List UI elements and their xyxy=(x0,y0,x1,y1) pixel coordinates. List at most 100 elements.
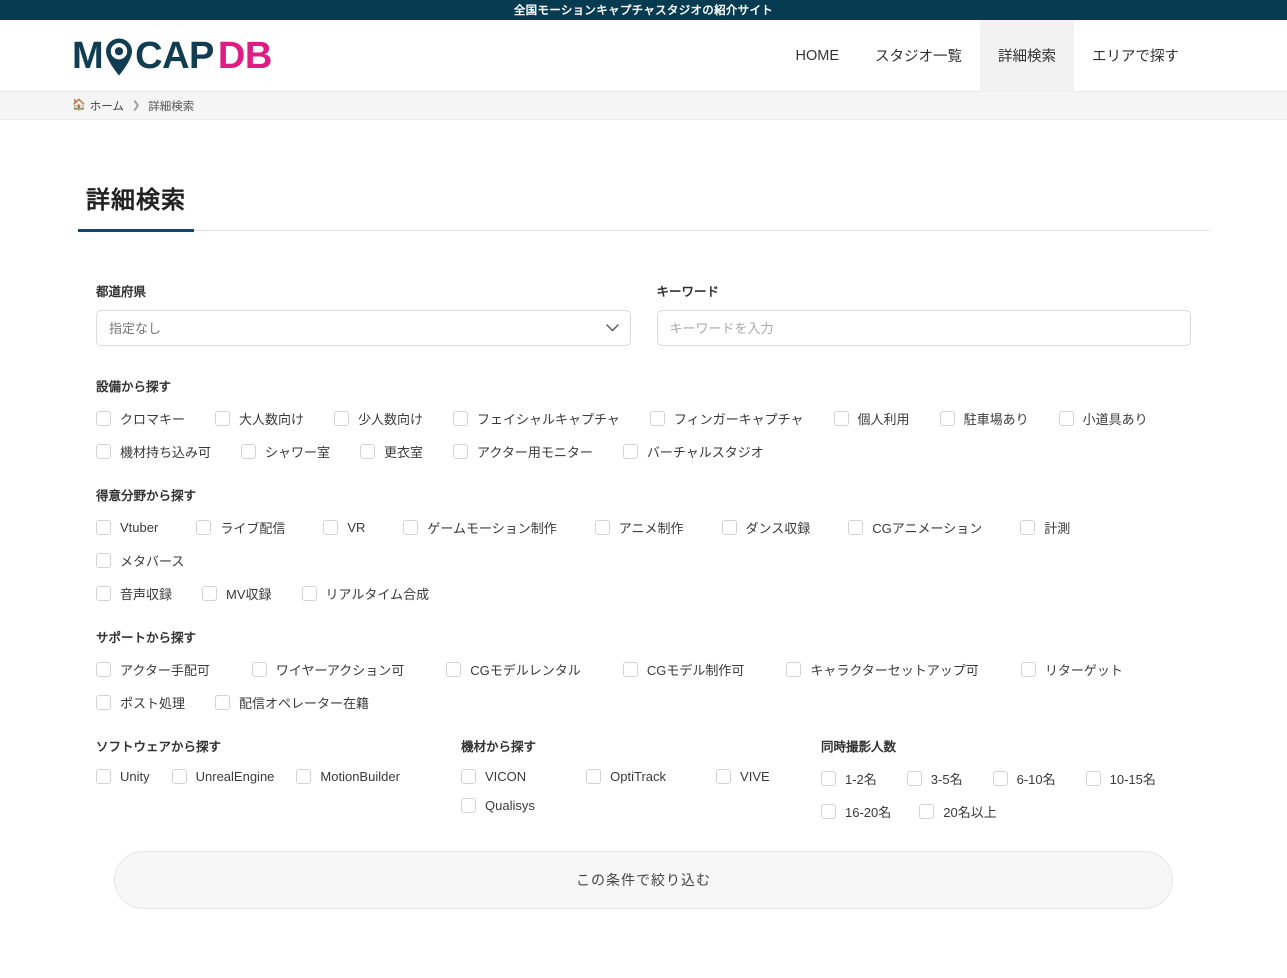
checkbox-small-group[interactable]: 少人数向け xyxy=(334,409,423,428)
checkbox-box[interactable] xyxy=(649,411,665,426)
checkbox-retarget[interactable]: リターゲット xyxy=(1020,660,1123,679)
checkbox-character-setup[interactable]: キャラクターセットアップ可 xyxy=(786,660,979,679)
checkbox-box[interactable] xyxy=(461,798,476,813)
checkbox-box[interactable] xyxy=(453,411,469,426)
checkbox-large-group[interactable]: 大人数向け xyxy=(215,409,304,428)
checkbox-measurement[interactable]: 計測 xyxy=(1020,518,1070,537)
checkbox-box[interactable] xyxy=(96,553,111,568)
nav-item-studio-list[interactable]: スタジオ一覧 xyxy=(857,20,980,92)
checkbox-box[interactable] xyxy=(96,586,111,601)
checkbox-unity[interactable]: Unity xyxy=(96,769,150,784)
checkbox-chromakey[interactable]: クロマキー xyxy=(96,409,185,428)
checkbox-box[interactable] xyxy=(453,444,469,459)
submit-search-button[interactable]: この条件で絞り込む xyxy=(114,851,1173,909)
checkbox-mv-recording[interactable]: MV収録 xyxy=(202,584,272,603)
checkbox-virtual-studio[interactable]: バーチャルスタジオ xyxy=(622,442,764,461)
checkbox-box[interactable] xyxy=(939,411,955,426)
checkbox-box[interactable] xyxy=(96,520,111,535)
checkbox-game-motion[interactable]: ゲームモーション制作 xyxy=(403,518,557,537)
checkbox-box[interactable] xyxy=(96,769,111,784)
checkbox-dance-recording[interactable]: ダンス収録 xyxy=(721,518,810,537)
prefecture-select[interactable]: 指定なし xyxy=(96,310,631,346)
checkbox-streaming-operator[interactable]: 配信オペレーター在籍 xyxy=(215,693,369,712)
checkbox-actor-arrangement[interactable]: アクター手配可 xyxy=(96,660,210,679)
checkbox-box[interactable] xyxy=(919,804,935,819)
checkbox-box[interactable] xyxy=(241,444,257,459)
checkbox-capacity-6-10[interactable]: 6-10名 xyxy=(992,769,1056,788)
checkbox-box[interactable] xyxy=(360,444,376,459)
checkbox-box[interactable] xyxy=(586,769,602,784)
checkbox-actor-monitor[interactable]: アクター用モニター xyxy=(453,442,593,461)
checkbox-vicon[interactable]: VICON xyxy=(461,769,526,784)
checkbox-box[interactable] xyxy=(1020,662,1036,677)
checkbox-cg-animation[interactable]: CGアニメーション xyxy=(848,518,982,537)
checkbox-box[interactable] xyxy=(323,520,339,535)
checkbox-voice-recording[interactable]: 音声収録 xyxy=(96,584,172,603)
checkbox-unrealengine[interactable]: UnrealEngine xyxy=(171,769,274,784)
checkbox-box[interactable] xyxy=(1085,771,1101,786)
checkbox-box[interactable] xyxy=(848,520,864,535)
checkbox-live-streaming[interactable]: ライブ配信 xyxy=(196,518,285,537)
checkbox-vr[interactable]: VR xyxy=(323,520,365,535)
checkbox-qualisys[interactable]: Qualisys xyxy=(461,798,535,813)
checkbox-box[interactable] xyxy=(1020,520,1036,535)
checkbox-parking[interactable]: 駐車場あり xyxy=(939,409,1029,428)
checkbox-box[interactable] xyxy=(721,520,737,535)
checkbox-motionbuilder[interactable]: MotionBuilder xyxy=(296,769,400,784)
checkbox-box[interactable] xyxy=(446,662,462,677)
nav-item-home[interactable]: HOME xyxy=(778,20,858,92)
checkbox-box[interactable] xyxy=(821,771,836,786)
site-logo[interactable]: M CAP DB xyxy=(72,34,272,78)
checkbox-box[interactable] xyxy=(171,769,187,784)
checkbox-box[interactable] xyxy=(786,662,802,677)
checkbox-post-processing[interactable]: ポスト処理 xyxy=(96,693,185,712)
checkbox-props[interactable]: 小道具あり xyxy=(1058,409,1148,428)
checkbox-box[interactable] xyxy=(96,662,111,677)
keyword-input[interactable] xyxy=(656,310,1191,346)
checkbox-finger-capture[interactable]: フィンガーキャプチャ xyxy=(649,409,804,428)
breadcrumb-item-home[interactable]: 🏠 ホーム xyxy=(72,98,124,114)
checkbox-box[interactable] xyxy=(403,520,419,535)
checkbox-box[interactable] xyxy=(833,411,849,426)
checkbox-box[interactable] xyxy=(622,662,638,677)
checkbox-capacity-3-5[interactable]: 3-5名 xyxy=(906,769,963,788)
checkbox-box[interactable] xyxy=(202,586,218,601)
checkbox-box[interactable] xyxy=(96,695,111,710)
checkbox-box[interactable] xyxy=(992,771,1008,786)
checkbox-box[interactable] xyxy=(301,586,317,601)
checkbox-box[interactable] xyxy=(334,411,350,426)
checkbox-box[interactable] xyxy=(215,411,231,426)
checkbox-box[interactable] xyxy=(96,411,111,426)
checkbox-box[interactable] xyxy=(716,769,732,784)
checkbox-vtuber[interactable]: Vtuber xyxy=(96,520,158,535)
checkbox-realtime-compositing[interactable]: リアルタイム合成 xyxy=(301,584,429,603)
checkbox-box[interactable] xyxy=(821,804,836,819)
checkbox-capacity-16-20[interactable]: 16-20名 xyxy=(821,802,891,821)
checkbox-box[interactable] xyxy=(196,520,212,535)
checkbox-box[interactable] xyxy=(1058,411,1074,426)
nav-item-detailed-search[interactable]: 詳細検索 xyxy=(980,19,1074,92)
checkbox-box[interactable] xyxy=(215,695,231,710)
checkbox-metaverse[interactable]: メタバース xyxy=(96,551,184,570)
nav-item-search-by-area[interactable]: エリアで探す xyxy=(1074,20,1197,92)
checkbox-box[interactable] xyxy=(461,769,476,784)
checkbox-box[interactable] xyxy=(251,662,267,677)
checkbox-box[interactable] xyxy=(622,444,638,459)
checkbox-cg-model-production[interactable]: CGモデル制作可 xyxy=(622,660,744,679)
checkbox-capacity-20-plus[interactable]: 20名以上 xyxy=(919,802,997,821)
checkbox-changing-room[interactable]: 更衣室 xyxy=(360,442,423,461)
checkbox-box[interactable] xyxy=(906,771,922,786)
checkbox-box[interactable] xyxy=(296,769,312,784)
checkbox-anime-production[interactable]: アニメ制作 xyxy=(594,518,684,537)
checkbox-cg-model-rental[interactable]: CGモデルレンタル xyxy=(446,660,581,679)
checkbox-box[interactable] xyxy=(594,520,610,535)
checkbox-wire-action[interactable]: ワイヤーアクション可 xyxy=(251,660,404,679)
checkbox-bring-equipment[interactable]: 機材持ち込み可 xyxy=(96,442,211,461)
checkbox-personal-use[interactable]: 個人利用 xyxy=(833,409,910,428)
checkbox-shower-room[interactable]: シャワー室 xyxy=(241,442,330,461)
checkbox-facial-capture[interactable]: フェイシャルキャプチャ xyxy=(453,409,620,428)
checkbox-optitrack[interactable]: OptiTrack xyxy=(586,769,666,784)
checkbox-box[interactable] xyxy=(96,444,111,459)
checkbox-capacity-1-2[interactable]: 1-2名 xyxy=(821,769,877,788)
checkbox-vive[interactable]: VIVE xyxy=(716,769,770,784)
